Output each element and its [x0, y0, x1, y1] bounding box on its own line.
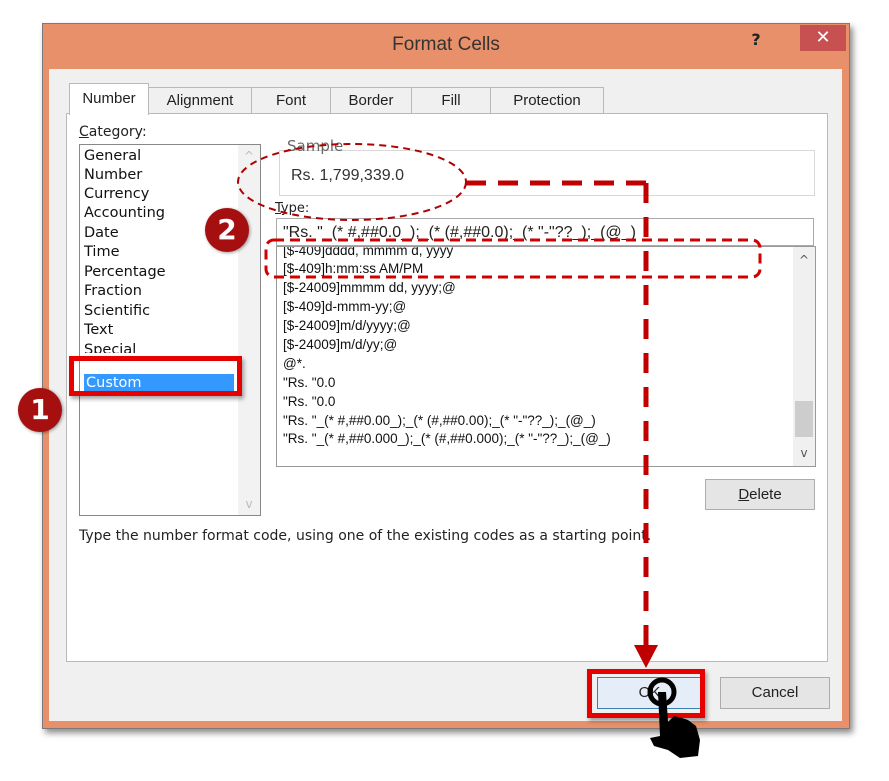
- hint-text: Type the number format code, using one o…: [79, 528, 652, 544]
- delete-accel: D: [738, 486, 750, 503]
- format-code-list[interactable]: [$-409]dddd, mmmm d, yyyy [$-409]h:mm:ss…: [276, 246, 816, 467]
- tab-alignment[interactable]: Alignment: [148, 87, 252, 114]
- type-input[interactable]: "Rs. "_(* #,##0.0_);_(* (#,##0.0);_(* "-…: [276, 218, 814, 246]
- tab-number[interactable]: Number: [69, 83, 149, 115]
- category-item-special[interactable]: Special: [84, 341, 136, 353]
- scroll-down-icon[interactable]: v: [238, 497, 260, 511]
- category-item-time[interactable]: Time: [84, 243, 120, 262]
- category-item-scientific[interactable]: Scientific: [84, 302, 150, 321]
- category-item-fraction[interactable]: Fraction: [84, 282, 142, 301]
- category-item-custom[interactable]: Custom: [84, 374, 234, 393]
- tab-border[interactable]: Border: [330, 87, 412, 114]
- category-label-text: ategory:: [88, 124, 147, 140]
- ok-button[interactable]: OK: [597, 677, 702, 709]
- category-label-accel: C: [79, 124, 89, 140]
- type-label-text: ype:: [280, 201, 310, 216]
- format-list-scrollbar[interactable]: ^ v: [793, 247, 815, 466]
- scrollbar-thumb[interactable]: [795, 401, 813, 437]
- title-bar[interactable]: Format Cells ? ✕: [43, 24, 849, 68]
- format-item[interactable]: [$-24009]mmmm dd, yyyy;@: [283, 278, 456, 297]
- scroll-up-icon[interactable]: ^: [793, 253, 815, 267]
- category-item-number[interactable]: Number: [84, 166, 142, 185]
- format-item[interactable]: [$-409]h:mm:ss AM/PM: [283, 259, 423, 278]
- category-item-date[interactable]: Date: [84, 224, 119, 243]
- cancel-button[interactable]: Cancel: [720, 677, 830, 709]
- dialog-body: Number Alignment Font Border Fill Protec…: [49, 69, 842, 721]
- category-item-percentage[interactable]: Percentage: [84, 263, 166, 282]
- tab-protection[interactable]: Protection: [490, 87, 604, 114]
- sample-label: Sample: [287, 137, 344, 155]
- format-item[interactable]: [$-24009]m/d/yy;@: [283, 335, 397, 354]
- help-button[interactable]: ?: [743, 30, 769, 54]
- dialog-title: Format Cells: [392, 34, 500, 55]
- category-item-general[interactable]: General: [84, 147, 141, 166]
- tab-font[interactable]: Font: [251, 87, 331, 114]
- format-item[interactable]: "Rs. "0.0: [283, 392, 335, 411]
- format-item[interactable]: "Rs. "_(* #,##0.00_);_(* (#,##0.00);_(* …: [283, 411, 596, 430]
- close-icon: ✕: [815, 27, 831, 48]
- close-button[interactable]: ✕: [800, 25, 846, 51]
- type-label: Type:: [275, 201, 309, 216]
- number-tab-panel: Category: General Number Currency Accoun…: [66, 113, 828, 662]
- category-item-accounting[interactable]: Accounting: [84, 204, 165, 223]
- category-item-text[interactable]: Text: [84, 321, 113, 340]
- scroll-down-icon[interactable]: v: [793, 446, 815, 460]
- format-item[interactable]: "Rs. "0.0: [283, 373, 335, 392]
- format-item[interactable]: @*.: [283, 354, 306, 373]
- tab-fill[interactable]: Fill: [411, 87, 491, 114]
- format-item[interactable]: [$-24009]m/d/yyyy;@: [283, 316, 411, 335]
- category-item-currency[interactable]: Currency: [84, 185, 149, 204]
- scroll-up-icon[interactable]: ^: [238, 149, 260, 163]
- delete-button[interactable]: Delete: [705, 479, 815, 510]
- format-item[interactable]: "Rs. "_(* #,##0.000_);_(* (#,##0.000);_(…: [283, 429, 611, 448]
- category-scrollbar[interactable]: ^ v: [238, 145, 260, 515]
- format-item[interactable]: [$-409]dddd, mmmm d, yyyy: [283, 247, 453, 260]
- sample-value: Rs. 1,799,339.0: [291, 167, 404, 184]
- delete-label: elete: [749, 486, 782, 503]
- category-label: Category:: [79, 124, 147, 140]
- format-item[interactable]: [$-409]d-mmm-yy;@: [283, 297, 406, 316]
- category-list[interactable]: General Number Currency Accounting Date …: [79, 144, 261, 516]
- format-cells-dialog: Format Cells ? ✕ Number Alignment Font B…: [42, 23, 850, 729]
